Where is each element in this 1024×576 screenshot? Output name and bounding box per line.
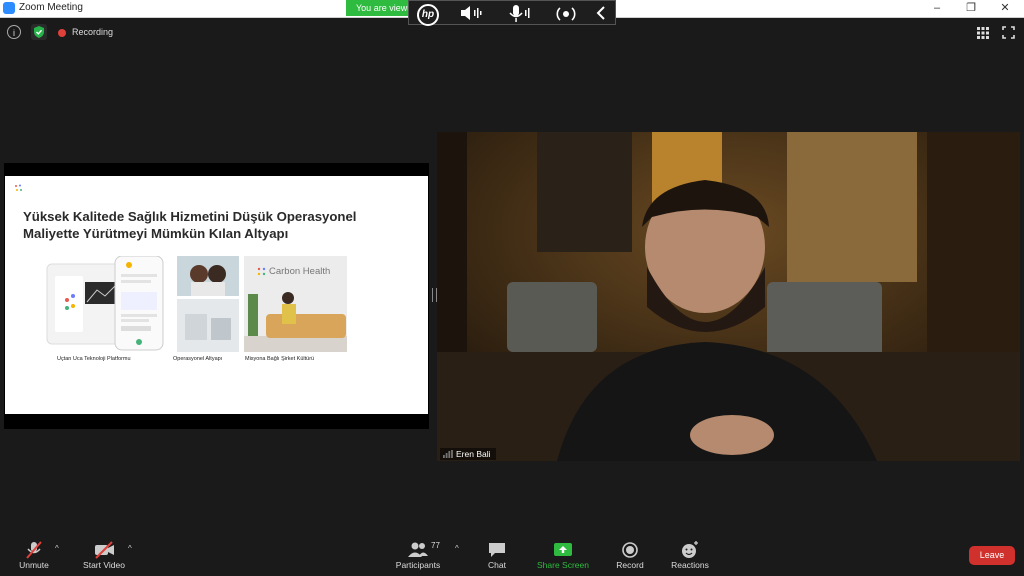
chat-icon [489, 543, 505, 557]
carbon-brand-logo-icon [257, 267, 266, 276]
shield-check-icon[interactable] [31, 24, 47, 40]
recording-label: Recording [72, 27, 114, 37]
restore-button[interactable]: ❐ [954, 0, 988, 17]
chat-label: Chat [488, 560, 506, 570]
mic-icon[interactable] [507, 4, 533, 24]
close-button[interactable]: ✕ [988, 0, 1022, 17]
slide-heading-line2: Maliyette Yürütmeyi Mümkün Kılan Altyapı [23, 226, 289, 241]
share-screen-button[interactable]: Share Screen [534, 531, 592, 576]
record-icon [622, 542, 638, 558]
meeting-toolbar: Unmute ^ Start Video ^ Participants 77 ^… [0, 531, 1024, 576]
participant-video [437, 132, 1020, 461]
culture-photo: Carbon Health [244, 256, 347, 352]
reactions-label: Reactions [671, 560, 709, 570]
participant-name-tag: Eren Bali [440, 448, 496, 460]
start-video-label: Start Video [83, 560, 125, 570]
unmute-label: Unmute [19, 560, 49, 570]
leave-button[interactable]: Leave [969, 546, 1015, 565]
participants-label: Participants [395, 560, 441, 570]
unmute-button[interactable]: Unmute [10, 531, 58, 576]
record-label: Record [616, 560, 644, 570]
video-options-caret[interactable]: ^ [128, 544, 132, 553]
audio-options-caret[interactable]: ^ [55, 544, 59, 553]
reactions-icon [682, 541, 698, 558]
video-off-icon [95, 541, 114, 559]
recording-dot [58, 29, 66, 37]
mic-muted-icon [26, 541, 42, 559]
caption-culture: Misyona Bağlı Şirket Kültürü [245, 356, 315, 362]
share-screen-icon [554, 543, 572, 556]
zoom-app-icon [3, 2, 15, 14]
caption-tech-platform: Uçtan Uca Teknoloji Platformu [57, 356, 131, 362]
slide-heading-line1: Yüksek Kalitede Sağlık Hizmetini Düşük O… [23, 209, 357, 224]
participants-icon [408, 542, 428, 557]
chat-button[interactable]: Chat [478, 531, 516, 576]
share-screen-label: Share Screen [537, 560, 589, 570]
grid-view-icon[interactable] [977, 27, 989, 39]
hp-logo-icon: hp [417, 4, 439, 26]
record-button[interactable]: Record [610, 531, 650, 576]
hp-audio-bar: hp [408, 0, 616, 26]
info-icon[interactable]: i [7, 25, 21, 39]
speaker-icon[interactable] [459, 4, 485, 22]
broadcast-icon[interactable] [554, 4, 578, 24]
video-frame [437, 132, 1020, 461]
carbon-logo-icon [15, 184, 22, 191]
carbon-health-brand-text: Carbon Health [269, 266, 331, 277]
viewing-banner[interactable]: You are viewing [346, 0, 416, 16]
operations-photos [177, 256, 239, 352]
minimize-button[interactable]: – [920, 0, 954, 17]
reactions-button[interactable]: Reactions [666, 531, 714, 576]
slide-heading: Yüksek Kalitede Sağlık Hizmetini Düşük O… [23, 208, 393, 242]
presentation-slide: Yüksek Kalitede Sağlık Hizmetini Düşük O… [5, 176, 428, 414]
chevron-left-icon[interactable] [595, 4, 607, 22]
participants-options-caret[interactable]: ^ [455, 544, 459, 553]
start-video-button[interactable]: Start Video [78, 531, 130, 576]
participant-count: 77 [431, 541, 440, 550]
tech-platform-image [46, 256, 164, 351]
caption-operations: Operasyonel Altyapı [173, 356, 223, 362]
sofa-scene [244, 292, 347, 352]
window-title: Zoom Meeting [19, 2, 83, 13]
fullscreen-icon[interactable] [1002, 26, 1015, 39]
participants-button[interactable]: Participants [392, 531, 444, 576]
